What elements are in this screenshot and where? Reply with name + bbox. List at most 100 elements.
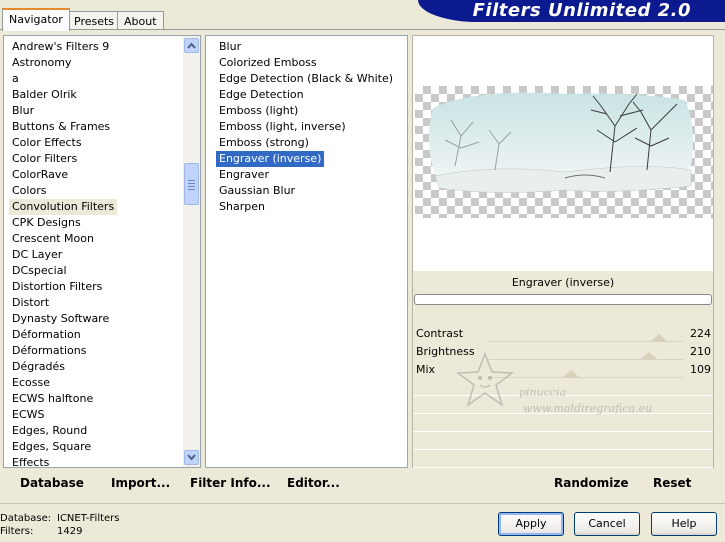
list-item-label: Effects bbox=[12, 456, 50, 469]
list-item-label: Edge Detection (Black & White) bbox=[219, 72, 394, 85]
list-item[interactable]: Crescent Moon bbox=[9, 231, 117, 247]
app-banner: Filters Unlimited 2.0 bbox=[418, 0, 725, 22]
filter-list-items: Blur Colorized Emboss Edge Detection (Blac… bbox=[216, 39, 396, 215]
list-item[interactable]: Ecosse bbox=[9, 375, 117, 391]
filter-list[interactable]: Blur Colorized Emboss Edge Detection (Blac… bbox=[205, 35, 408, 468]
list-item-label: Emboss (strong) bbox=[219, 136, 309, 149]
list-item[interactable]: Engraver bbox=[216, 167, 396, 183]
list-item[interactable]: Emboss (light, inverse) bbox=[216, 119, 396, 135]
chevron-up-icon bbox=[187, 42, 196, 49]
filters-count-value: 1429 bbox=[57, 526, 83, 537]
list-item[interactable]: Edges, Square bbox=[9, 439, 117, 455]
import-button[interactable]: Import... bbox=[111, 474, 170, 492]
category-scrollbar[interactable] bbox=[183, 36, 200, 467]
list-item-label: Colors bbox=[12, 184, 47, 197]
watermark-text: pinuccia bbox=[519, 386, 567, 399]
list-item[interactable]: Andrew's Filters 9 bbox=[9, 39, 117, 55]
watermark-url: www.maldiregrafica.eu bbox=[523, 402, 653, 415]
slider-contrast[interactable]: Contrast 224 bbox=[413, 325, 713, 343]
engraved-landscape-image bbox=[428, 92, 693, 193]
list-item[interactable]: Astronomy bbox=[9, 55, 117, 71]
list-item[interactable]: Blur bbox=[216, 39, 396, 55]
list-item-label: Ecosse bbox=[12, 376, 50, 389]
list-item[interactable]: ColorRave bbox=[9, 167, 117, 183]
tab-strip: Navigator Presets About bbox=[0, 0, 420, 31]
slider-value: 224 bbox=[690, 327, 711, 340]
empty-slider-row bbox=[413, 451, 713, 468]
list-item[interactable]: Color Filters bbox=[9, 151, 117, 167]
list-item-label: DCspecial bbox=[12, 264, 67, 277]
list-item[interactable]: CPK Designs bbox=[9, 215, 117, 231]
list-item-label: Edges, Round bbox=[12, 424, 88, 437]
list-item-label: Balder Olrik bbox=[12, 88, 77, 101]
list-item[interactable]: Emboss (light) bbox=[216, 103, 396, 119]
tab-navigator[interactable]: Navigator bbox=[2, 8, 70, 31]
list-item-label: ColorRave bbox=[12, 168, 69, 181]
tab-divider bbox=[0, 29, 725, 30]
list-item[interactable]: Engraver (inverse) bbox=[216, 151, 396, 167]
tab-presets[interactable]: Presets bbox=[67, 11, 122, 30]
divider bbox=[0, 503, 725, 504]
list-item[interactable]: Sharpen bbox=[216, 199, 396, 215]
list-item-label: Andrew's Filters 9 bbox=[12, 40, 110, 53]
help-button[interactable]: Help bbox=[651, 512, 717, 536]
list-item[interactable]: Blur bbox=[9, 103, 117, 119]
editor-button[interactable]: Editor... bbox=[287, 474, 340, 492]
randomize-button[interactable]: Randomize bbox=[554, 474, 628, 492]
list-item-label: Blur bbox=[219, 40, 242, 53]
database-button[interactable]: Database bbox=[20, 474, 84, 492]
category-list[interactable]: Andrew's Filters 9 Astronomy a Balder Olrik… bbox=[3, 35, 201, 471]
category-list-items: Andrew's Filters 9 Astronomy a Balder Olrik… bbox=[9, 39, 118, 471]
list-item[interactable]: Distort bbox=[9, 295, 117, 311]
list-item[interactable]: ECWS bbox=[9, 407, 117, 423]
list-item-label: Engraver (inverse) bbox=[216, 151, 325, 167]
list-item-label: Convolution Filters bbox=[9, 199, 118, 215]
list-item[interactable]: Colors bbox=[9, 183, 117, 199]
list-item[interactable]: Buttons & Frames bbox=[9, 119, 117, 135]
scroll-down-button[interactable] bbox=[184, 450, 199, 465]
list-item-label: a bbox=[12, 72, 19, 85]
reset-button[interactable]: Reset bbox=[653, 474, 691, 492]
list-item-label: Astronomy bbox=[12, 56, 72, 69]
tab-about[interactable]: About bbox=[117, 11, 164, 30]
list-item[interactable]: Dégradés bbox=[9, 359, 117, 375]
list-item[interactable]: Distortion Filters bbox=[9, 279, 117, 295]
list-item[interactable]: Effects bbox=[9, 455, 117, 471]
list-item[interactable]: DCspecial bbox=[9, 263, 117, 279]
list-item[interactable]: a bbox=[9, 71, 117, 87]
list-item-label: ECWS bbox=[12, 408, 45, 421]
list-item[interactable]: Colorized Emboss bbox=[216, 55, 396, 71]
list-item[interactable]: ECWS halftone bbox=[9, 391, 117, 407]
list-item-label: Déformation bbox=[12, 328, 81, 341]
apply-button[interactable]: Apply bbox=[498, 512, 564, 536]
list-item[interactable]: Color Effects bbox=[9, 135, 117, 151]
list-item-label: Déformations bbox=[12, 344, 87, 357]
list-item[interactable]: Edges, Round bbox=[9, 423, 117, 439]
filters-count-label: Filters: bbox=[0, 526, 34, 537]
list-item[interactable]: Dynasty Software bbox=[9, 311, 117, 327]
list-item-label: Distortion Filters bbox=[12, 280, 103, 293]
list-item[interactable]: Gaussian Blur bbox=[216, 183, 396, 199]
list-item-label: Gaussian Blur bbox=[219, 184, 296, 197]
list-item[interactable]: Déformations bbox=[9, 343, 117, 359]
slider-label: Contrast bbox=[416, 327, 464, 340]
list-item-label: Edges, Square bbox=[12, 440, 92, 453]
filter-info-button[interactable]: Filter Info... bbox=[190, 474, 271, 492]
slider-thumb[interactable] bbox=[650, 334, 669, 342]
list-item[interactable]: Convolution Filters bbox=[9, 199, 118, 215]
preview-area bbox=[413, 36, 713, 270]
list-item-label: CPK Designs bbox=[12, 216, 81, 229]
list-item[interactable]: Balder Olrik bbox=[9, 87, 117, 103]
list-item[interactable]: Edge Detection bbox=[216, 87, 396, 103]
list-item[interactable]: Edge Detection (Black & White) bbox=[216, 71, 396, 87]
list-item-label: Sharpen bbox=[219, 200, 265, 213]
list-item[interactable]: Emboss (strong) bbox=[216, 135, 396, 151]
list-item-label: Crescent Moon bbox=[12, 232, 94, 245]
list-item[interactable]: DC Layer bbox=[9, 247, 117, 263]
list-item[interactable]: Déformation bbox=[9, 327, 117, 343]
scroll-thumb[interactable] bbox=[184, 163, 199, 205]
slider-label: Mix bbox=[416, 363, 436, 376]
scroll-up-button[interactable] bbox=[184, 38, 199, 53]
cancel-button[interactable]: Cancel bbox=[574, 512, 640, 536]
list-item-label: ECWS halftone bbox=[12, 392, 94, 405]
